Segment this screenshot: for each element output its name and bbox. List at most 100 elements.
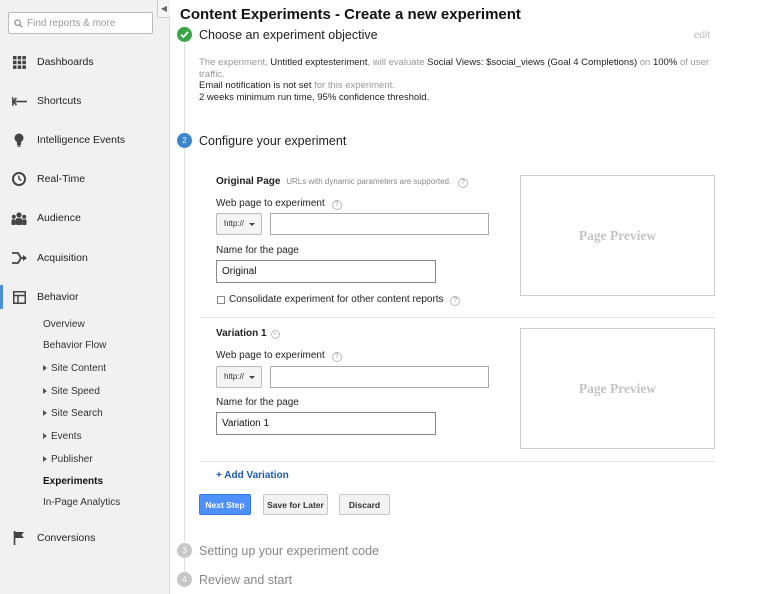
variation-label: Variation 1: [216, 328, 267, 339]
nav-label: Real-Time: [37, 173, 86, 185]
summary-email: Email notification is not set: [199, 80, 312, 91]
sub-label: Site Speed: [51, 386, 100, 397]
chevron-down-icon: [249, 223, 255, 226]
variation-url-label: Web page to experiment ?: [216, 350, 342, 362]
sub-label: Events: [51, 431, 82, 442]
step3-number: 3: [177, 543, 192, 558]
search-box[interactable]: [8, 12, 153, 34]
step3-title: Setting up your experiment code: [199, 544, 379, 558]
nav-label: Dashboards: [37, 56, 94, 68]
step4-title: Review and start: [199, 573, 293, 587]
original-name-input[interactable]: Original: [216, 260, 436, 283]
help-icon[interactable]: ?: [450, 296, 461, 306]
step-connector: [184, 148, 185, 542]
page-title: Content Experiments - Create a new exper…: [180, 6, 521, 23]
flag-icon: [11, 530, 27, 546]
original-page-heading: Original Page URLs with dynamic paramete…: [216, 176, 468, 188]
search-input[interactable]: [27, 17, 147, 29]
step1-title: Choose an experiment objective: [199, 28, 378, 42]
summary-text: The experiment,: [199, 57, 268, 68]
summary-text: , will evaluate: [367, 57, 425, 68]
step1-edit-link[interactable]: edit: [694, 30, 710, 41]
nav-intelligence-events[interactable]: Intelligence Events: [0, 128, 169, 152]
nav-label: Audience: [37, 212, 81, 224]
label-text: Web page to experiment: [216, 350, 325, 361]
nav-label: Shortcuts: [37, 95, 82, 107]
original-protocol-select[interactable]: http://: [216, 213, 262, 235]
original-url-input[interactable]: [270, 213, 489, 235]
audience-people-icon: [11, 210, 27, 226]
variation-page-preview: Page Preview: [520, 328, 715, 449]
behavior-sub-behavior-flow[interactable]: Behavior Flow: [43, 340, 106, 351]
section-divider: [200, 461, 715, 462]
original-page-label: Original Page: [216, 176, 281, 187]
behavior-sub-site-content[interactable]: Site Content: [43, 363, 106, 374]
nav-label: Behavior: [37, 291, 79, 303]
lightbulb-icon: [11, 132, 27, 148]
variation-name-input[interactable]: Variation 1: [216, 412, 436, 435]
step-connector: [184, 44, 185, 132]
main-content: Content Experiments - Create a new exper…: [170, 0, 765, 594]
behavior-sub-experiments[interactable]: Experiments: [43, 476, 103, 487]
variation-url-input[interactable]: [270, 366, 489, 388]
remove-variation-icon[interactable]: ×: [270, 330, 280, 339]
clock-icon: [11, 171, 27, 187]
protocol-value: http://: [224, 372, 245, 381]
sub-label: Site Content: [51, 363, 107, 374]
shortcut-arrow-icon: [11, 93, 27, 109]
consolidate-label: Consolidate experiment for other content…: [229, 294, 461, 306]
nav-shortcuts[interactable]: Shortcuts: [0, 89, 169, 113]
label-text: Consolidate experiment for other content…: [229, 294, 444, 305]
add-variation-link[interactable]: + Add Variation: [216, 470, 289, 481]
step2-number: 2: [177, 133, 192, 148]
original-page-preview: Page Preview: [520, 175, 715, 296]
save-for-later-button[interactable]: Save for Later: [263, 494, 328, 515]
variation-protocol-select[interactable]: http://: [216, 366, 262, 388]
sub-label: Publisher: [51, 454, 93, 465]
behavior-sub-in-page-analytics[interactable]: In-Page Analytics: [43, 497, 120, 508]
nav-label: Intelligence Events: [37, 134, 126, 146]
variation-name-label: Name for the page: [216, 397, 299, 408]
step4-number: 4: [177, 572, 192, 587]
next-step-button[interactable]: Next Step: [199, 494, 251, 515]
summary-objective: Social Views: $social_views (Goal 4 Comp…: [427, 57, 638, 68]
nav-real-time[interactable]: Real-Time: [0, 167, 169, 191]
step-complete-check-icon: [177, 27, 192, 42]
step2-title: Configure your experiment: [199, 134, 347, 148]
discard-button[interactable]: Discard: [339, 494, 390, 515]
behavior-sub-site-speed[interactable]: Site Speed: [43, 386, 100, 397]
original-page-hint: URLs with dynamic parameters are support…: [286, 177, 452, 186]
behavior-sub-events[interactable]: Events: [43, 431, 82, 442]
chevron-down-icon: [249, 376, 255, 379]
collapse-sidebar-button[interactable]: ◀: [157, 0, 170, 18]
acquisition-arrows-icon: [11, 250, 27, 266]
nav-dashboards[interactable]: Dashboards: [0, 50, 169, 74]
nav-label: Conversions: [37, 532, 96, 544]
section-divider: [200, 317, 715, 318]
behavior-sub-overview[interactable]: Overview: [43, 319, 85, 330]
help-icon[interactable]: ?: [331, 352, 342, 362]
behavior-layout-icon: [11, 289, 27, 305]
variation-heading: Variation 1 ×: [216, 328, 280, 339]
nav-behavior[interactable]: Behavior: [0, 285, 169, 309]
label-text: Web page to experiment: [216, 198, 325, 209]
help-icon[interactable]: ?: [331, 200, 342, 210]
nav-conversions[interactable]: Conversions: [0, 526, 169, 550]
original-name-label: Name for the page: [216, 245, 299, 256]
search-icon: [14, 18, 23, 28]
protocol-value: http://: [224, 219, 245, 228]
consolidate-checkbox[interactable]: [217, 296, 225, 304]
dashboards-icon: [11, 54, 27, 70]
nav-label: Acquisition: [37, 252, 88, 264]
sub-label: Site Search: [51, 408, 103, 419]
summary-runtime: 2 weeks minimum run time, 95% confidence…: [199, 91, 430, 103]
summary-traffic: 100%: [652, 57, 678, 68]
summary-text: for this experiment.: [314, 80, 395, 91]
behavior-sub-publisher[interactable]: Publisher: [43, 454, 93, 465]
sidebar: ◀ Dashboards Shortcuts Intelligence Even…: [0, 0, 170, 594]
help-icon[interactable]: ?: [458, 178, 468, 188]
nav-audience[interactable]: Audience: [0, 206, 169, 230]
nav-acquisition[interactable]: Acquisition: [0, 246, 169, 270]
behavior-sub-site-search[interactable]: Site Search: [43, 408, 103, 419]
summary-experiment-name: Untitled exptesteriment: [270, 57, 368, 68]
